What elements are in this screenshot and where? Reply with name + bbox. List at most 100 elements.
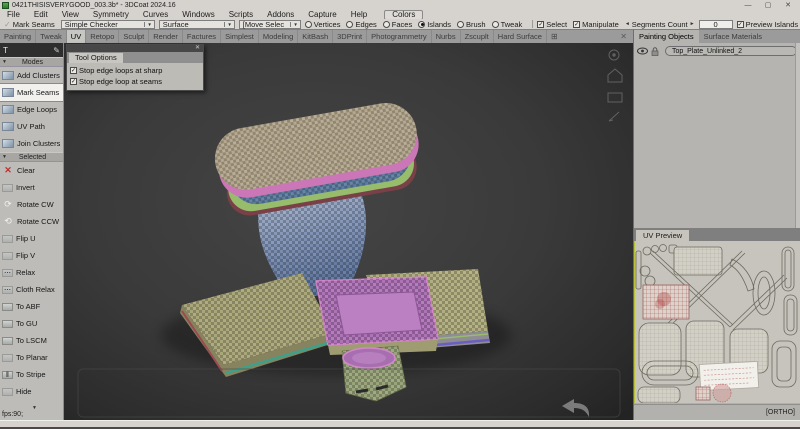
stop-edge-loops-sharp-checkbox[interactable]: ✓ Stop edge loops at sharp xyxy=(70,65,200,76)
home-view-icon[interactable] xyxy=(608,69,622,82)
sidebar-item-to-planar[interactable]: To Planar xyxy=(0,349,63,366)
sidebar-item-to-lscm[interactable]: To LSCM xyxy=(0,332,63,349)
surface-dropdown[interactable]: Surface ▼ xyxy=(159,20,235,29)
sidebar-item-cloth-relax[interactable]: ⋯Cloth Relax xyxy=(0,281,63,298)
menu-addons[interactable]: Addons xyxy=(260,10,301,19)
sidebar-item-rotate-cw[interactable]: ⟳Rotate CW xyxy=(0,196,63,213)
tab-factures[interactable]: Factures xyxy=(183,30,221,43)
sidebar-item-relax[interactable]: ⋯Relax xyxy=(0,264,63,281)
3d-viewport[interactable]: ✕ Tool Options ✓ Stop edge loops at shar… xyxy=(64,43,633,420)
menu-symmetry[interactable]: Symmetry xyxy=(86,10,136,19)
sidebar-item-flip-v[interactable]: Flip V xyxy=(0,247,63,264)
sidebar-item-invert[interactable]: Invert xyxy=(0,179,63,196)
menu-capture[interactable]: Capture xyxy=(301,10,343,19)
pen-icon[interactable]: ✎ xyxy=(53,46,60,55)
3d-model[interactable] xyxy=(161,98,511,401)
popup-close-icon[interactable]: ✕ xyxy=(195,45,203,52)
tool-filter-input[interactable]: T ✎ xyxy=(0,43,63,57)
menu-edit[interactable]: Edit xyxy=(27,10,55,19)
planar-icon xyxy=(2,354,13,362)
mode-radio-edges[interactable]: Edges xyxy=(346,20,376,29)
eye-icon[interactable] xyxy=(637,47,648,55)
tab-painting-objects[interactable]: Painting Objects xyxy=(634,30,699,43)
menu-view[interactable]: View xyxy=(55,10,86,19)
add-tab-icon[interactable]: ⊞ xyxy=(547,30,562,43)
menu-file[interactable]: File xyxy=(0,10,27,19)
menu-scripts[interactable]: Scripts xyxy=(222,10,260,19)
mark-seams-label[interactable]: Mark Seams xyxy=(13,20,55,29)
tab-sculpt[interactable]: Sculpt xyxy=(119,30,149,43)
sidebar-item-to-gu[interactable]: To GU xyxy=(0,315,63,332)
close-button[interactable]: ✕ xyxy=(782,1,794,10)
object-row[interactable]: Top_Plate_Unlinked_2 xyxy=(634,43,800,57)
left-arrow-icon[interactable]: ◄ xyxy=(625,21,630,27)
frame-view-icon[interactable] xyxy=(608,93,622,102)
tab-painting[interactable]: Painting xyxy=(0,30,36,43)
tab-uv[interactable]: UV xyxy=(67,30,86,43)
maximize-button[interactable]: ▢ xyxy=(762,1,774,10)
mode-radio-islands[interactable]: Islands xyxy=(418,20,451,29)
panel-scrollbar[interactable] xyxy=(795,43,800,228)
tab-hard-surface[interactable]: Hard Surface xyxy=(494,30,547,43)
sidebar-item-uv-path[interactable]: UV Path xyxy=(0,118,63,135)
close-tab-icon[interactable]: ✕ xyxy=(614,30,633,43)
stop-edge-loop-seams-checkbox[interactable]: ✓ Stop edge loop at seams xyxy=(70,76,200,87)
menu-windows[interactable]: Windows xyxy=(175,10,221,19)
lock-icon[interactable] xyxy=(651,47,659,56)
segments-count-input[interactable]: 0 xyxy=(699,20,733,29)
object-name-field[interactable]: Top_Plate_Unlinked_2 xyxy=(665,46,797,56)
checkbox-checked-icon: ✓ xyxy=(537,21,544,28)
tab-photogrammetry[interactable]: Photogrammetry xyxy=(367,30,431,43)
tool-options-tab[interactable]: Tool Options xyxy=(69,53,123,63)
rotate-ccw-icon: ⟲ xyxy=(2,216,14,227)
right-panel-tabs: Painting Objects Surface Materials xyxy=(633,29,800,43)
sidebar-item-edge-loops[interactable]: Edge Loops xyxy=(0,101,63,118)
mode-radio-vertices[interactable]: Vertices xyxy=(305,20,341,29)
sidebar-item-flip-u[interactable]: Flip U xyxy=(0,230,63,247)
mode-radio-faces[interactable]: Faces xyxy=(383,20,412,29)
popup-tab-row: Tool Options xyxy=(67,52,203,63)
move-dropdown[interactable]: [Move Selec ▼ xyxy=(239,20,301,29)
uv-preview-canvas[interactable] xyxy=(634,241,800,404)
sidebar-item-to-stripe[interactable]: ‖To Stripe xyxy=(0,366,63,383)
room-tab-bar: Painting Tweak UV Retopo Sculpt Render F… xyxy=(0,29,633,43)
menu-help[interactable]: Help xyxy=(344,10,374,19)
tab-zscuplt[interactable]: Zscuplt xyxy=(461,30,494,43)
radio-icon xyxy=(492,21,499,28)
tab-tweak[interactable]: Tweak xyxy=(36,30,67,43)
select-checkbox[interactable]: ✓Select xyxy=(537,20,567,29)
tab-retopo[interactable]: Retopo xyxy=(86,30,119,43)
pen-tool-icon[interactable] xyxy=(609,112,619,121)
sidebar-item-add-clusters[interactable]: Add Clusters xyxy=(0,67,63,84)
sidebar-item-to-abf[interactable]: To ABF xyxy=(0,298,63,315)
sidebar-item-mark-seams[interactable]: Mark Seams xyxy=(0,84,63,101)
mode-radio-brush[interactable]: Brush xyxy=(457,20,486,29)
manipulate-checkbox[interactable]: ✓Manipulate xyxy=(573,20,619,29)
uv-preview-tab[interactable]: UV Preview xyxy=(636,230,689,241)
minimize-button[interactable]: — xyxy=(742,1,754,10)
red-x-icon: ✕ xyxy=(2,165,14,176)
tab-surface-materials[interactable]: Surface Materials xyxy=(699,30,767,43)
undo-arrow-icon[interactable] xyxy=(562,399,589,417)
tab-simplest[interactable]: Simplest xyxy=(221,30,259,43)
checker-dropdown[interactable]: Simple Checker ▼ xyxy=(61,20,155,29)
sidebar-item-join-clusters[interactable]: Join Clusters xyxy=(0,135,63,152)
tab-modeling[interactable]: Modeling xyxy=(259,30,298,43)
sidebar-item-clear[interactable]: ✕Clear xyxy=(0,162,63,179)
tab-nurbs[interactable]: Nurbs xyxy=(432,30,461,43)
mode-radio-tweak[interactable]: Tweak xyxy=(492,20,523,29)
preview-islands-checkbox[interactable]: ✓Preview Islands xyxy=(737,20,799,29)
grid-icon xyxy=(2,320,13,328)
right-arrow-icon[interactable]: ► xyxy=(690,21,695,27)
tab-render[interactable]: Render xyxy=(149,30,183,43)
modes-section-header[interactable]: ▼ Modes xyxy=(0,57,63,67)
colors-button[interactable]: Colors xyxy=(384,10,423,20)
sidebar-item-rotate-ccw[interactable]: ⟲Rotate CCW xyxy=(0,213,63,230)
selected-section-header[interactable]: ▼ Selected xyxy=(0,152,63,162)
menu-curves[interactable]: Curves xyxy=(136,10,175,19)
tab-3dprint[interactable]: 3DPrint xyxy=(333,30,367,43)
tab-kitbash[interactable]: KitBash xyxy=(298,30,333,43)
popup-grip[interactable]: ✕ xyxy=(67,45,203,52)
collapse-triangle-icon[interactable]: ▼ xyxy=(32,405,37,411)
sidebar-item-hide[interactable]: Hide xyxy=(0,383,63,400)
